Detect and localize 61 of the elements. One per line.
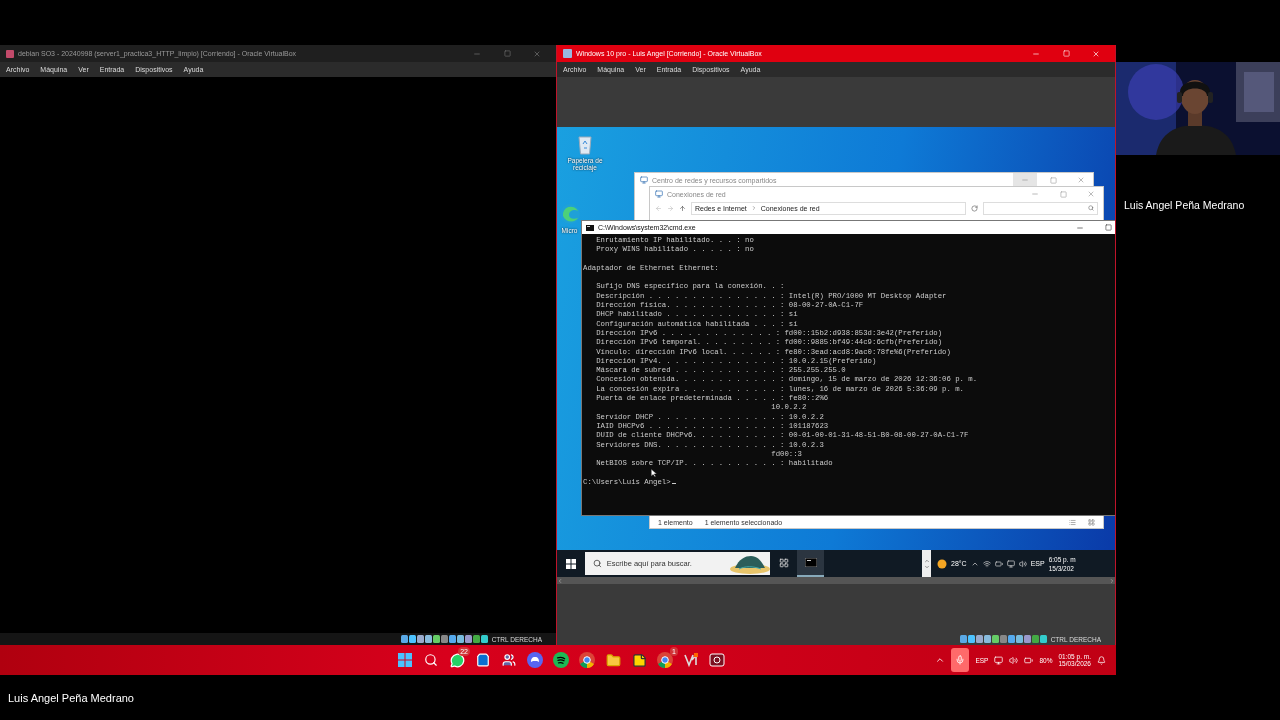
- sticky-note-icon: [631, 652, 647, 668]
- notification-bell-icon[interactable]: [1097, 655, 1106, 665]
- landscape-icon: [729, 553, 770, 574]
- up-arrow-icon[interactable]: [679, 204, 686, 212]
- microphone-icon: [955, 655, 966, 665]
- windows-logo-icon: [566, 558, 576, 569]
- chevron-right-icon: [1109, 577, 1115, 584]
- task-view-icon: [778, 557, 789, 568]
- presenter-name: Luis Angel Peña Medrano: [8, 691, 134, 704]
- volume-icon[interactable]: [1018, 559, 1027, 568]
- scroll-arrows[interactable]: [922, 550, 931, 577]
- chevron-left-icon: [557, 577, 563, 584]
- console-icon: [804, 558, 817, 567]
- network-icon: [640, 176, 648, 184]
- chevron-up-icon: [923, 557, 930, 564]
- close-icon: [1092, 49, 1100, 58]
- swirl-icon: [558, 203, 581, 225]
- battery-icon[interactable]: [994, 559, 1003, 568]
- tiles-view-icon[interactable]: [1088, 518, 1095, 526]
- app-cube-icon: [6, 49, 14, 58]
- app-cube-icon: [563, 49, 572, 58]
- microphone-button[interactable]: [951, 648, 970, 672]
- weather-sun-icon: [937, 558, 947, 569]
- maximize-icon: [503, 50, 511, 57]
- chevron-up-icon[interactable]: [935, 655, 946, 665]
- gamepad-icon: [527, 652, 543, 668]
- monitor-icon[interactable]: [994, 655, 1004, 665]
- console-taskbar-button[interactable]: [797, 550, 824, 577]
- close-icon: [1077, 176, 1085, 184]
- search-icon: [1088, 205, 1094, 211]
- search-icon: [424, 653, 438, 667]
- windows-logo-icon: [398, 653, 412, 667]
- battery-icon[interactable]: [1024, 655, 1034, 665]
- mouse-pointer-icon: [651, 469, 657, 477]
- browser-circle-icon: [579, 652, 595, 668]
- volume-icon[interactable]: [1009, 655, 1019, 665]
- monitor-icon[interactable]: [1006, 559, 1015, 568]
- chat-bubble-icon: [449, 652, 465, 668]
- details-view-icon[interactable]: [1069, 518, 1076, 526]
- network-icon[interactable]: [982, 559, 991, 568]
- close-icon: [1087, 190, 1095, 198]
- folder-icon: [605, 652, 621, 668]
- camera-icon: [709, 652, 725, 668]
- maximize-icon: [1062, 50, 1070, 57]
- vector-editor-icon: [683, 652, 699, 668]
- people-icon: [502, 653, 516, 667]
- refresh-icon[interactable]: [971, 204, 978, 212]
- browser-circle-icon: [657, 652, 673, 668]
- maximize-icon: [1104, 224, 1112, 231]
- network-icon: [655, 190, 663, 198]
- search-field[interactable]: [983, 201, 1098, 215]
- search-icon: [593, 559, 602, 568]
- chevron-right-icon: [750, 205, 757, 211]
- chevron-down-icon: [923, 563, 930, 570]
- sound-waves-icon: [553, 652, 569, 668]
- participant-name: Luis Angel Peña Medrano: [1124, 199, 1246, 211]
- shopping-bag-icon: [476, 653, 490, 667]
- recycle-bin-icon: [576, 133, 594, 155]
- horizontal-scrollbar[interactable]: [557, 577, 1115, 584]
- console-icon: [586, 224, 594, 231]
- close-icon: [533, 49, 541, 58]
